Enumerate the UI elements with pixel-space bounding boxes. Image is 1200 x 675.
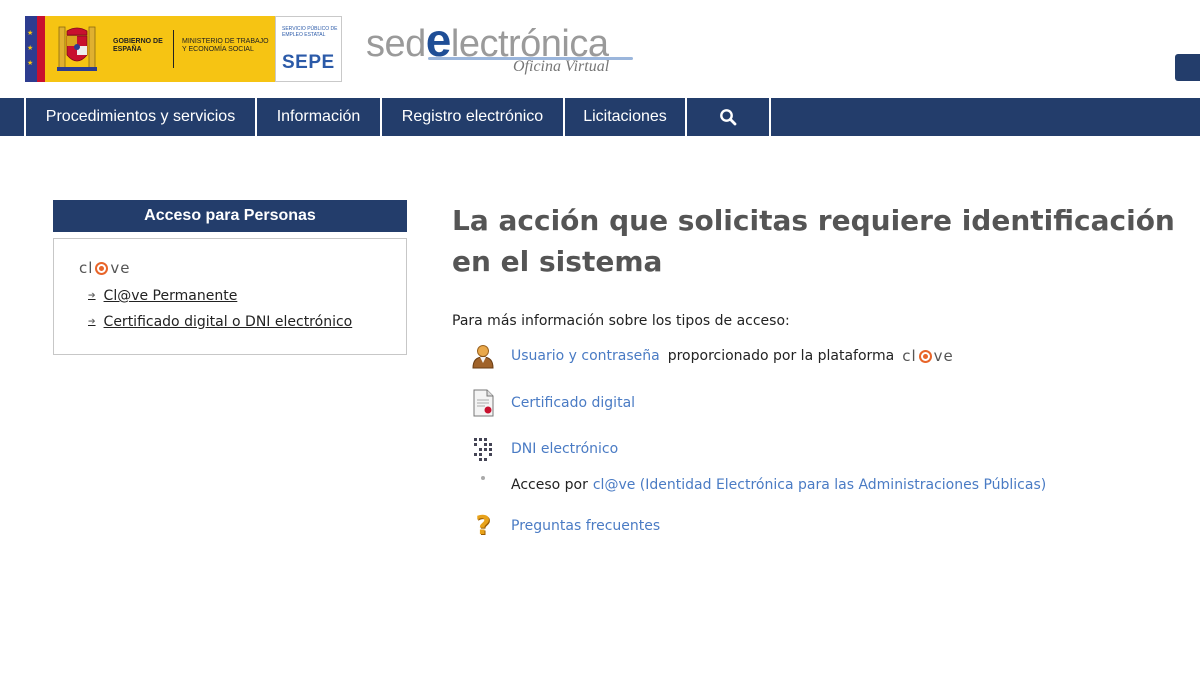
sede-electronica-logo[interactable]: sedelectrónica Oficina Virtual [366, 17, 636, 80]
dni-electronico-link[interactable]: DNI electrónico [511, 441, 618, 457]
certificado-dni-label: Certificado digital o DNI electrónico [103, 314, 353, 330]
nav-licitaciones[interactable]: Licitaciones [565, 98, 687, 136]
clave-inline-post: ve [933, 347, 954, 365]
ministerio-text: MINISTERIO DE TRABAJO Y ECONOMÍA SOCIAL [182, 38, 269, 53]
clave-logo-inline: cl ve [902, 347, 954, 365]
access-row-dni: DNI electrónico [470, 435, 618, 463]
plataforma-text: proporcionado por la plataforma [667, 348, 895, 364]
clave-permanente-label: Cl@ve Permanente [103, 288, 238, 304]
user-icon [470, 342, 496, 370]
nav-registro-electronico[interactable]: Registro electrónico [382, 98, 565, 136]
clave-logo-pre: cl [79, 259, 94, 277]
nav-search-button[interactable] [687, 98, 771, 136]
clave-logo: cl ve [79, 259, 131, 277]
gobierno-espana-logo: ★ ★ ★ GOBIERNO DE ESPAÑA MINISTERIO DE T… [25, 16, 275, 82]
access-row-usuario: Usuario y contraseña proporcionado por l… [470, 342, 954, 370]
gobierno-text: GOBIERNO DE ESPAÑA [113, 38, 163, 53]
sepe-full-name: SERVICIO PÚBLICO DE EMPLEO ESTATAL [282, 26, 338, 38]
nav-lead-spacer [0, 98, 26, 136]
question-icon: ? [475, 511, 491, 541]
clave-inline-pre: cl [902, 347, 917, 365]
clave-identidad-link[interactable]: cl@ve (Identidad Electrónica para las Ad… [593, 477, 1046, 493]
arrow-right-icon: ➔ [88, 317, 96, 327]
nav-informacion[interactable]: Información [257, 98, 382, 136]
sede-prefix: sed [366, 23, 426, 65]
search-icon [720, 109, 737, 126]
right-edge-tab[interactable] [1175, 54, 1200, 81]
access-intro-text: Para más información sobre los tipos de … [452, 313, 790, 329]
sidebar-access-box: cl ve ➔ Cl@ve Permanente ➔ Certificado di… [53, 238, 407, 355]
preguntas-frecuentes-link[interactable]: Preguntas frecuentes [511, 518, 660, 534]
access-row-certificado: Certificado digital [470, 389, 635, 417]
usuario-contrasena-link[interactable]: Usuario y contraseña [511, 348, 660, 364]
clave-permanente-link[interactable]: ➔ Cl@ve Permanente [88, 288, 237, 304]
access-row-faq: ? Preguntas frecuentes [470, 512, 660, 540]
arrow-right-icon: ➔ [88, 291, 96, 301]
coat-of-arms-icon [57, 26, 97, 71]
clave-logo-post: ve [110, 259, 131, 277]
access-row-clave: Acceso por cl@ve (Identidad Electrónica … [470, 471, 1046, 499]
certificate-icon [470, 389, 496, 417]
logo-divider [173, 30, 174, 68]
dni-chip-icon [470, 435, 496, 463]
bullet-icon [470, 471, 496, 499]
main-navigation: Procedimientos y servicios Información R… [0, 98, 1200, 136]
government-logo[interactable]: ★ ★ ★ GOBIERNO DE ESPAÑA MINISTERIO DE T… [25, 16, 342, 82]
sepe-logo: SERVICIO PÚBLICO DE EMPLEO ESTATAL SEPE [275, 16, 342, 82]
sepe-acronym: SEPE [282, 52, 335, 73]
page-title: La acción que solicitas requiere identif… [452, 204, 1175, 278]
clave-at-icon [918, 349, 932, 363]
acceso-por-text: Acceso por [511, 477, 588, 493]
red-strip [37, 16, 45, 82]
nav-procedimientos[interactable]: Procedimientos y servicios [26, 98, 257, 136]
certificado-digital-link[interactable]: Certificado digital [511, 395, 635, 411]
eu-flag-strip: ★ ★ ★ [25, 16, 37, 82]
header: ★ ★ ★ GOBIERNO DE ESPAÑA MINISTERIO DE T… [0, 0, 1200, 98]
oficina-virtual-text: Oficina Virtual [513, 58, 610, 75]
certificado-dni-link[interactable]: ➔ Certificado digital o DNI electrónico [88, 314, 352, 330]
clave-at-icon [95, 261, 109, 275]
sidebar-title: Acceso para Personas [53, 200, 407, 232]
